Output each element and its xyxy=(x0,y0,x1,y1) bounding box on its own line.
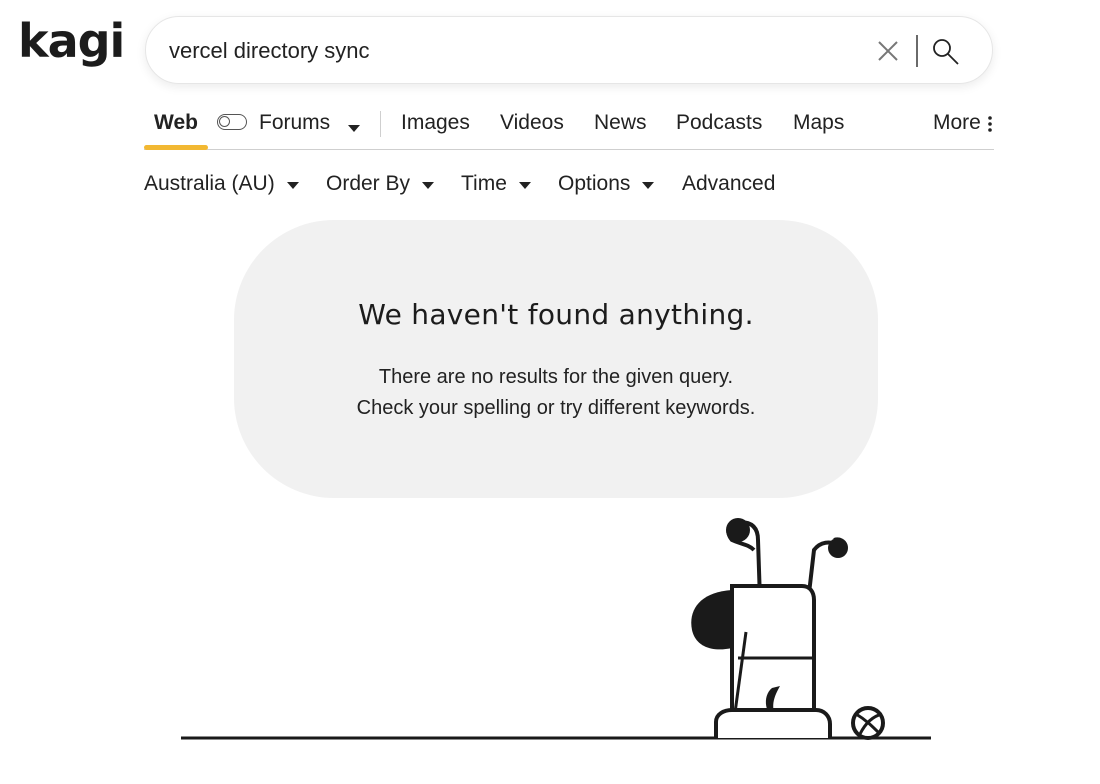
time-filter[interactable]: Time xyxy=(461,172,531,196)
options-filter-label: Options xyxy=(558,172,631,195)
options-filter[interactable]: Options xyxy=(558,172,655,196)
caret-down-icon[interactable] xyxy=(347,120,361,132)
dog-head xyxy=(714,708,832,738)
empty-state-hint: Check your spelling or try different key… xyxy=(356,397,756,419)
time-filter-label: Time xyxy=(461,172,507,195)
search-icon[interactable] xyxy=(931,37,961,67)
more-vertical-icon[interactable] xyxy=(988,116,992,132)
empty-state-bubble: We haven't found anything. There are no … xyxy=(234,220,878,498)
dog-paw-right xyxy=(828,538,848,558)
empty-state-title: We haven't found anything. xyxy=(358,298,754,331)
toggle-knob xyxy=(219,116,230,127)
tab-images[interactable]: Images xyxy=(401,111,470,135)
close-icon[interactable] xyxy=(874,37,902,65)
tab-more[interactable]: More xyxy=(933,111,981,135)
active-tab-indicator xyxy=(144,145,208,150)
tab-separator xyxy=(380,111,381,137)
search-tabs: Web Forums Images Videos News Podcasts M… xyxy=(144,100,994,150)
search-divider xyxy=(916,35,918,67)
order-by-label: Order By xyxy=(326,172,411,195)
advanced-filter[interactable]: Advanced xyxy=(682,172,775,196)
dog-paw-left xyxy=(726,518,750,542)
doggo-illustration xyxy=(181,518,931,740)
region-filter-label: Australia (AU) xyxy=(144,172,275,195)
tab-videos[interactable]: Videos xyxy=(500,111,564,135)
caret-down-icon xyxy=(518,172,531,196)
tab-maps[interactable]: Maps xyxy=(793,111,844,135)
forums-toggle[interactable] xyxy=(217,114,247,130)
order-by-filter[interactable]: Order By xyxy=(326,172,435,196)
filter-bar: Australia (AU) Order By Time Options Adv… xyxy=(144,172,844,202)
tab-podcasts[interactable]: Podcasts xyxy=(676,111,762,135)
tab-web[interactable]: Web xyxy=(154,111,198,135)
search-results-page: kagi Web Forums Images Videos N xyxy=(0,0,1100,784)
tab-forums[interactable]: Forums xyxy=(259,111,330,135)
dog-ear xyxy=(691,590,732,650)
caret-down-icon xyxy=(286,172,299,196)
search-input[interactable] xyxy=(169,35,849,67)
search-box xyxy=(145,16,993,84)
caret-down-icon xyxy=(422,172,435,196)
region-filter[interactable]: Australia (AU) xyxy=(144,172,299,196)
kagi-logo[interactable]: kagi xyxy=(18,18,125,64)
tab-news[interactable]: News xyxy=(594,111,647,135)
empty-state-message: There are no results for the given query… xyxy=(378,366,734,388)
caret-down-icon xyxy=(642,172,655,196)
